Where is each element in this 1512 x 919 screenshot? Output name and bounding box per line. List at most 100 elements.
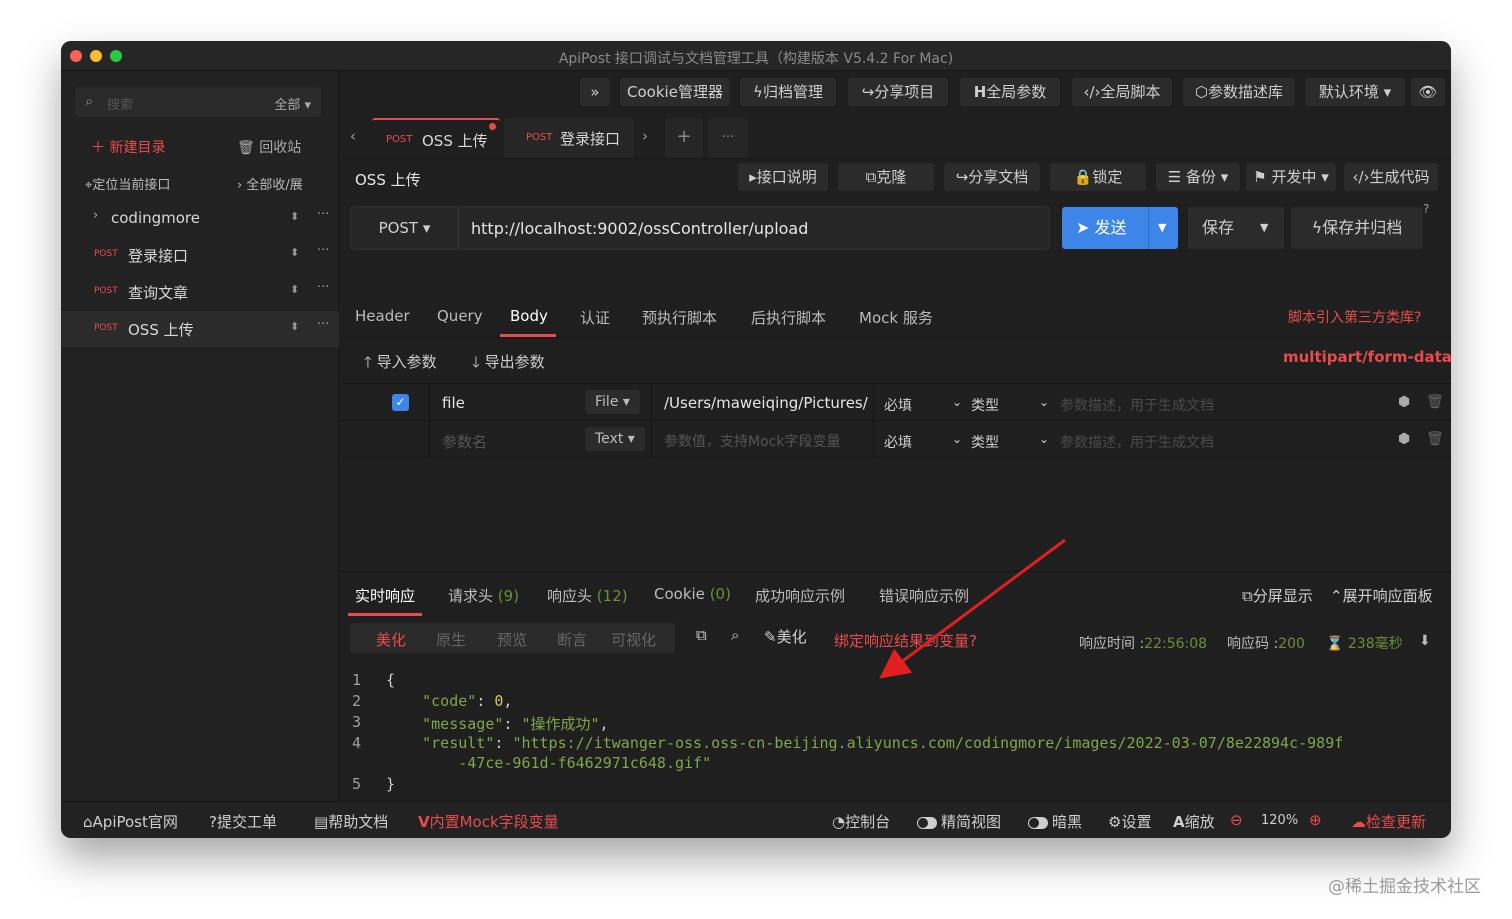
search-icon[interactable]: ⌕ <box>731 626 739 644</box>
tab-query[interactable]: Query <box>437 307 483 325</box>
cube-icon[interactable]: ⬢ <box>1398 431 1410 447</box>
help-icon[interactable]: ? <box>1423 202 1429 216</box>
chevron-down-icon[interactable]: ⌄ <box>1039 395 1049 409</box>
split-view-button[interactable]: ⧉分屏显示 <box>1242 585 1313 606</box>
expand-all-button[interactable]: › 全部收/展 <box>237 174 303 193</box>
content-type-select[interactable]: multipart/form-data ▾ <box>1283 348 1451 366</box>
caret-down-icon[interactable]: ▼ <box>1158 207 1166 249</box>
param-desc-input[interactable]: 参数描述，用于生成文档 <box>1060 395 1214 415</box>
tab-response-headers[interactable]: 响应头 (12) <box>547 585 628 606</box>
tree-item-oss-upload[interactable]: POST OSS 上传 ⬍ ··· <box>61 311 339 347</box>
chevron-down-icon[interactable]: ⌄ <box>952 432 962 446</box>
tab-pre-script[interactable]: 预执行脚本 <box>642 307 717 328</box>
format-assert[interactable]: 断言 <box>557 629 587 650</box>
trash-icon[interactable]: 🗑 <box>1426 431 1444 447</box>
sort-handle-icon[interactable]: ⬍ <box>290 246 299 259</box>
sort-handle-icon[interactable]: ⬍ <box>290 283 299 296</box>
global-script-button[interactable]: ‹/›全局脚本 <box>1072 78 1172 106</box>
expand-panel-button[interactable]: ⌃展开响应面板 <box>1330 585 1433 606</box>
tab-success-example[interactable]: 成功响应示例 <box>755 585 845 606</box>
param-required-select[interactable]: 必填 <box>884 395 912 415</box>
help-docs-link[interactable]: ▤帮助文档 <box>314 811 388 832</box>
zoom-out-icon[interactable]: ⊖ <box>1230 811 1243 829</box>
save-button[interactable]: 保存 ▼ <box>1188 207 1284 249</box>
caret-down-icon[interactable]: ▼ <box>1260 207 1268 249</box>
tab-login[interactable]: POST 登录接口 <box>504 118 634 158</box>
eye-icon[interactable]: 👁 <box>1411 78 1445 106</box>
mock-fields-link[interactable]: V内置Mock字段变量 <box>418 811 559 832</box>
settings-button[interactable]: ⚙设置 <box>1108 811 1151 832</box>
generate-code-button[interactable]: ‹/›生成代码 <box>1344 163 1438 191</box>
share-project-button[interactable]: ↪分享项目 <box>848 78 948 106</box>
official-site-link[interactable]: ⌂ApiPost官网 <box>83 811 178 832</box>
format-beautify[interactable]: 美化 <box>376 629 406 650</box>
toolbar-more-button[interactable]: » <box>580 78 610 106</box>
search-box[interactable]: ⌕ 搜索 全部 ▾ <box>75 87 321 117</box>
tree-item-query-article[interactable]: POST 查询文章 ⬍ ··· <box>61 274 339 310</box>
tree-item-login[interactable]: POST 登录接口 ⬍ ··· <box>61 237 339 273</box>
submit-ticket-link[interactable]: ?提交工单 <box>209 811 277 832</box>
lock-button[interactable]: 🔒锁定 <box>1050 163 1146 191</box>
more-options-icon[interactable]: ··· <box>317 317 329 332</box>
send-button[interactable]: ➤ 发送 ▼ <box>1062 207 1178 249</box>
format-visualize[interactable]: 可视化 <box>611 629 656 650</box>
tab-header[interactable]: Header <box>355 307 410 325</box>
environment-select[interactable]: 默认环境 ▾ <box>1305 78 1405 106</box>
save-and-archive-button[interactable]: ϟ保存并归档 <box>1291 207 1423 249</box>
tab-error-example[interactable]: 错误响应示例 <box>879 585 969 606</box>
share-doc-button[interactable]: ↪分享文档 <box>944 163 1040 191</box>
url-input[interactable]: http://localhost:9002/ossController/uplo… <box>471 219 808 238</box>
status-select[interactable]: ⚑ 开发中 ▾ <box>1246 163 1336 191</box>
more-options-icon[interactable]: ··· <box>317 207 329 222</box>
tab-mock[interactable]: Mock 服务 <box>859 307 933 328</box>
sort-handle-icon[interactable]: ⬍ <box>290 320 299 333</box>
param-required-select[interactable]: 必填 <box>884 432 912 452</box>
tabs-next-icon[interactable]: › <box>642 127 648 145</box>
console-button[interactable]: ◔控制台 <box>832 811 890 832</box>
new-directory-button[interactable]: ＋ 新建目录 <box>91 137 165 157</box>
backup-select[interactable]: ☰ 备份 ▾ <box>1156 163 1240 191</box>
global-params-button[interactable]: H全局参数 <box>960 78 1060 106</box>
tab-request-headers[interactable]: 请求头 (9) <box>448 585 519 606</box>
import-params-button[interactable]: 🡑 导入参数 <box>364 351 437 377</box>
tabs-prev-icon[interactable]: ‹ <box>350 127 356 145</box>
api-doc-button[interactable]: ▸接口说明 <box>738 163 828 191</box>
param-checkbox[interactable]: ✓ <box>392 394 409 411</box>
third-party-lib-link[interactable]: 脚本引入第三方类库? <box>1288 307 1421 327</box>
recycle-bin-button[interactable]: 🗑 回收站 <box>237 137 301 157</box>
copy-icon[interactable]: ⧉ <box>696 626 707 644</box>
clone-button[interactable]: ⧉克隆 <box>838 163 934 191</box>
locate-current-button[interactable]: ⌖定位当前接口 <box>85 174 170 193</box>
export-params-button[interactable]: 🡓 导出参数 <box>472 351 545 377</box>
param-kind-select[interactable]: 类型 <box>971 395 999 415</box>
method-select[interactable]: POST ▾ <box>351 207 459 249</box>
zoom-in-icon[interactable]: ⊕ <box>1309 811 1322 829</box>
format-raw[interactable]: 原生 <box>436 629 466 650</box>
param-desc-input[interactable]: 参数描述，用于生成文档 <box>1060 432 1214 452</box>
cube-icon[interactable]: ⬢ <box>1398 394 1410 410</box>
chevron-down-icon[interactable]: ⌄ <box>952 395 962 409</box>
search-input[interactable]: 搜索 <box>107 94 133 113</box>
tab-body[interactable]: Body <box>510 307 548 325</box>
cookie-manager-button[interactable]: Cookie管理器 <box>620 78 730 106</box>
tab-oss-upload[interactable]: POST OSS 上传 <box>372 118 500 158</box>
tab-cookie[interactable]: Cookie (0) <box>654 585 731 603</box>
tab-realtime-response[interactable]: 实时响应 <box>355 585 415 606</box>
param-kind-select[interactable]: 类型 <box>971 432 999 452</box>
check-update-link[interactable]: ☁检查更新 <box>1351 811 1426 832</box>
sort-handle-icon[interactable]: ⬍ <box>290 210 299 223</box>
more-options-icon[interactable]: ··· <box>317 280 329 295</box>
param-library-button[interactable]: ⬡参数描述库 <box>1183 78 1295 106</box>
archive-manager-button[interactable]: ϟ归档管理 <box>740 78 836 106</box>
simple-view-toggle[interactable]: 精简视图 <box>917 811 1001 832</box>
trash-icon[interactable]: 🗑 <box>1426 394 1444 410</box>
more-options-icon[interactable]: ··· <box>317 243 329 258</box>
dark-mode-toggle[interactable]: 暗黑 <box>1028 811 1082 832</box>
tree-folder-codingmore[interactable]: › codingmore ⬍ ··· <box>61 201 339 237</box>
add-tab-button[interactable]: + <box>665 118 703 158</box>
chevron-down-icon[interactable]: ⌄ <box>1039 432 1049 446</box>
tabs-more-button[interactable]: ··· <box>708 118 748 158</box>
filter-select[interactable]: 全部 ▾ <box>274 94 311 113</box>
bind-variable-link[interactable]: 绑定响应结果到变量? <box>834 630 977 651</box>
download-icon[interactable]: ⬇ <box>1419 633 1431 649</box>
